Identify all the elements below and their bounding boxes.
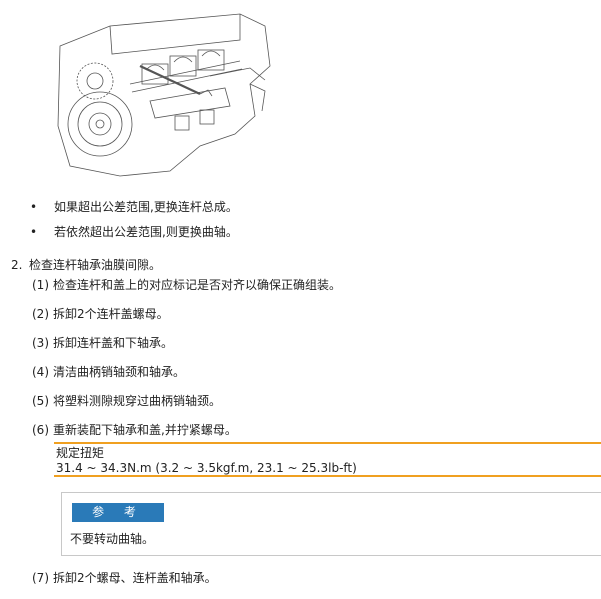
note-box: 参 考 不要转动曲轴。 [61, 492, 601, 556]
substep: (4) 清洁曲柄销轴颈和轴承。 [32, 365, 186, 379]
bullet-list: • 如果超出公差范围,更换连杆总成。 • 若依然超出公差范围,则更换曲轴。 [30, 199, 590, 249]
step-heading: 2. 检查连杆轴承油膜间隙。 [11, 258, 162, 272]
torque-spec-box: 规定扭矩 31.4 ~ 34.3N.m (3.2 ~ 3.5kgf.m, 23.… [54, 442, 601, 477]
substep: (2) 拆卸2个连杆盖螺母。 [32, 307, 169, 321]
bullet-icon: • [30, 200, 38, 214]
substep: (6) 重新装配下轴承和盖,并拧紧螺母。 [32, 423, 237, 437]
list-item: • 若依然超出公差范围,则更换曲轴。 [30, 225, 238, 239]
substep: (5) 将塑料测隙规穿过曲柄销轴颈。 [32, 394, 222, 408]
list-item: • 如果超出公差范围,更换连杆总成。 [30, 200, 238, 214]
engine-crankshaft-illustration [57, 13, 271, 177]
substep: (1) 检查连杆和盖上的对应标记是否对齐以确保正确组装。 [32, 278, 342, 292]
note-heading: 参 考 [72, 503, 164, 522]
torque-value: 31.4 ~ 34.3N.m (3.2 ~ 3.5kgf.m, 23.1 ~ 2… [56, 461, 357, 475]
bullet-icon: • [30, 225, 38, 239]
torque-title: 规定扭矩 [56, 446, 105, 460]
substep: (3) 拆卸连杆盖和下轴承。 [32, 336, 174, 350]
substep: (7) 拆卸2个螺母、连杆盖和轴承。 [32, 571, 217, 585]
note-text: 不要转动曲轴。 [70, 532, 155, 546]
